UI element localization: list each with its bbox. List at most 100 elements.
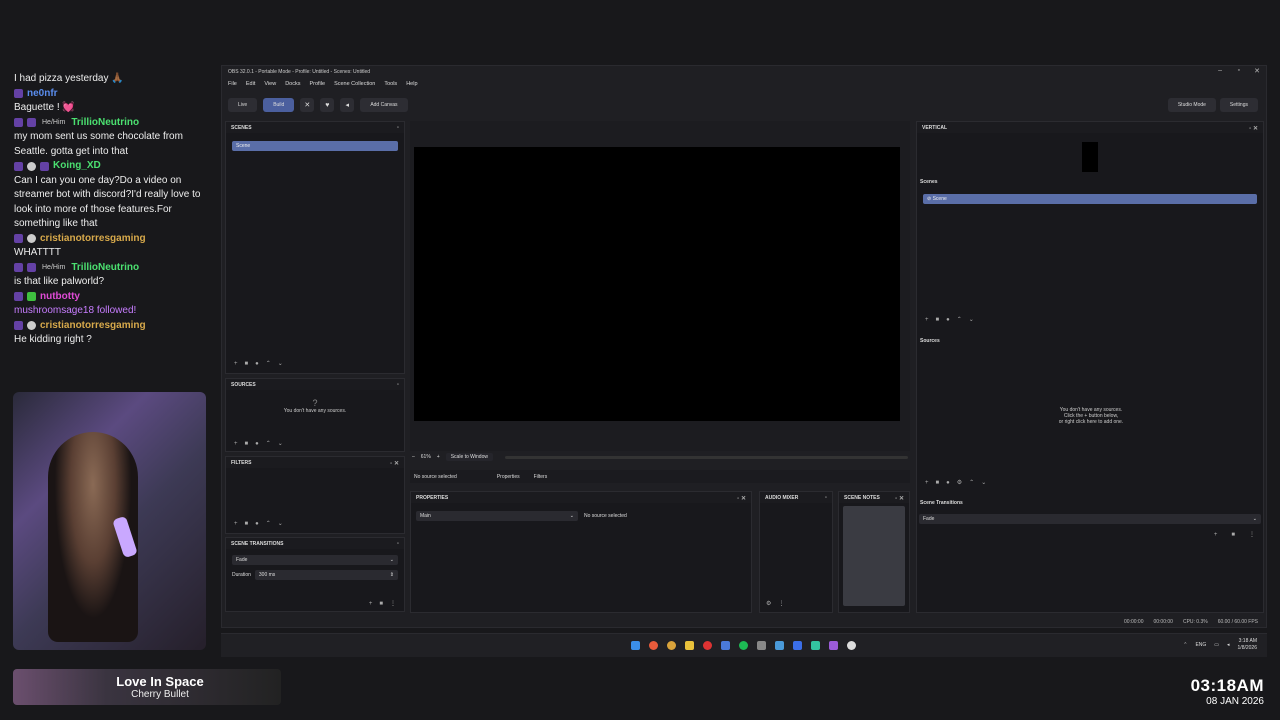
trash-icon[interactable]: ■ (936, 317, 940, 323)
menu-edit[interactable]: Edit (246, 81, 255, 87)
start-icon[interactable] (631, 641, 640, 650)
browser-icon[interactable] (667, 641, 676, 650)
chat-username[interactable]: ne0nfr (27, 87, 58, 102)
tools-icon[interactable]: ✕ (300, 98, 315, 112)
trash-icon[interactable]: ■ (936, 480, 940, 486)
down-icon[interactable]: ⌄ (278, 360, 283, 367)
duration-input[interactable]: 300 ms ⇕ (254, 570, 398, 580)
zoom-out-icon[interactable]: – (412, 454, 415, 460)
volume-icon[interactable]: ◂ (1227, 642, 1230, 648)
menu-scene-collection[interactable]: Scene Collection (334, 81, 375, 87)
more-icon[interactable]: ⋮ (778, 600, 784, 607)
gear-icon[interactable]: ● (255, 361, 259, 367)
build-tab[interactable]: Build (263, 98, 295, 112)
add-icon[interactable]: + (369, 601, 373, 607)
vertical-preview[interactable] (1082, 142, 1098, 172)
terminal-icon[interactable] (757, 641, 766, 650)
add-icon[interactable]: + (234, 361, 238, 367)
settings-button[interactable]: Settings (1219, 98, 1258, 112)
down-icon[interactable]: ⌄ (969, 316, 974, 323)
close-icon[interactable]: ▫ ✕ (1249, 125, 1258, 132)
monitor-icon[interactable]: ▭ (1214, 642, 1219, 648)
language-indicator[interactable]: ENG (1195, 642, 1206, 648)
chat-username[interactable]: TrillioNeutrino (71, 116, 139, 131)
undock-icon[interactable]: ▫ (397, 125, 399, 131)
add-canvas-button[interactable]: Add Canvas (360, 98, 408, 112)
scene-item[interactable]: Scene (232, 141, 398, 151)
more-icon[interactable]: ⋮ (1249, 531, 1255, 538)
preview-scrollbar[interactable] (504, 455, 908, 459)
down-icon[interactable]: ⌄ (278, 520, 283, 527)
add-icon[interactable]: + (925, 317, 929, 323)
chat-username[interactable]: cristianotorresgaming (40, 319, 146, 334)
down-icon[interactable]: ⌄ (278, 440, 283, 447)
minimize-button[interactable]: – (1218, 67, 1222, 74)
studio-mode-button[interactable]: Studio Mode (1167, 98, 1216, 112)
gear-icon[interactable]: ● (946, 317, 950, 323)
trash-icon[interactable]: ■ (379, 601, 383, 607)
heart-icon[interactable]: ♥ (320, 98, 335, 112)
trash-icon[interactable]: ■ (245, 441, 249, 447)
menu-tools[interactable]: Tools (384, 81, 397, 87)
chrome-icon[interactable] (649, 641, 658, 650)
live-tab[interactable]: Live (228, 98, 258, 112)
maximize-button[interactable]: ▫ (1238, 67, 1240, 74)
menu-view[interactable]: View (264, 81, 276, 87)
app2-icon[interactable] (775, 641, 784, 650)
app-icon[interactable] (703, 641, 712, 650)
menu-docks[interactable]: Docks (285, 81, 300, 87)
close-button[interactable]: ✕ (1254, 67, 1260, 75)
properties-select[interactable]: Main ⌄ (416, 511, 578, 521)
up-icon[interactable]: ⌃ (266, 520, 271, 527)
undock-icon[interactable]: ▫ (397, 382, 399, 388)
settings-icon[interactable]: ⚙ (957, 479, 962, 486)
properties-button[interactable]: Properties (497, 474, 520, 480)
trash-icon[interactable]: ■ (245, 521, 249, 527)
menu-help[interactable]: Help (406, 81, 417, 87)
chat-username[interactable]: TrillioNeutrino (71, 261, 139, 276)
menu-profile[interactable]: Profile (309, 81, 325, 87)
chevron-up-icon[interactable]: ⌃ (1183, 642, 1187, 648)
gear-icon[interactable]: ● (946, 480, 950, 486)
down-icon[interactable]: ⌄ (981, 479, 986, 486)
spotify-icon[interactable] (739, 641, 748, 650)
undock-icon[interactable]: ▫ (825, 495, 827, 501)
up-icon[interactable]: ⌃ (969, 479, 974, 486)
chat-username[interactable]: cristianotorresgaming (40, 232, 146, 247)
up-icon[interactable]: ⌃ (266, 440, 271, 447)
trash-icon[interactable]: ■ (245, 361, 249, 367)
menu-file[interactable]: File (228, 81, 237, 87)
close-icon[interactable]: ▫ ✕ (895, 495, 904, 502)
zoom-in-icon[interactable]: + (437, 454, 440, 460)
app3-icon[interactable] (793, 641, 802, 650)
scale-select[interactable]: Scale to Window (445, 453, 493, 461)
add-icon[interactable]: + (234, 521, 238, 527)
vertical-transition-select[interactable]: Fade ⌄ (919, 514, 1261, 524)
obs-icon[interactable] (847, 641, 856, 650)
app4-icon[interactable] (811, 641, 820, 650)
filters-button[interactable]: Filters (534, 474, 548, 480)
vscode-icon[interactable] (721, 641, 730, 650)
add-icon[interactable]: + (1214, 532, 1218, 538)
undock-icon[interactable]: ▫ (397, 541, 399, 547)
preview-canvas[interactable] (414, 147, 900, 421)
taskbar-clock[interactable]: 3:18 AM 1/8/2026 (1238, 638, 1257, 652)
transition-select[interactable]: Fade ⌄ (232, 555, 398, 565)
more-icon[interactable]: ⋮ (390, 600, 396, 607)
app5-icon[interactable] (829, 641, 838, 650)
up-icon[interactable]: ⌃ (957, 316, 962, 323)
vertical-scene-item[interactable]: ⊘ Scene (923, 194, 1257, 204)
trash-icon[interactable]: ■ (1231, 532, 1235, 538)
gear-icon[interactable]: ⚙ (766, 600, 771, 607)
folder-icon[interactable] (685, 641, 694, 650)
add-icon[interactable]: + (234, 441, 238, 447)
scene-notes-textarea[interactable] (843, 506, 905, 606)
close-icon[interactable]: ▫ ✕ (737, 495, 746, 502)
gear-icon[interactable]: ● (255, 441, 259, 447)
close-icon[interactable]: ▫ ✕ (390, 460, 399, 467)
add-icon[interactable]: + (925, 480, 929, 486)
gear-icon[interactable]: ● (255, 521, 259, 527)
up-icon[interactable]: ⌃ (266, 360, 271, 367)
sound-icon[interactable]: ◂ (340, 98, 355, 112)
chat-username[interactable]: nutbotty (40, 290, 80, 305)
